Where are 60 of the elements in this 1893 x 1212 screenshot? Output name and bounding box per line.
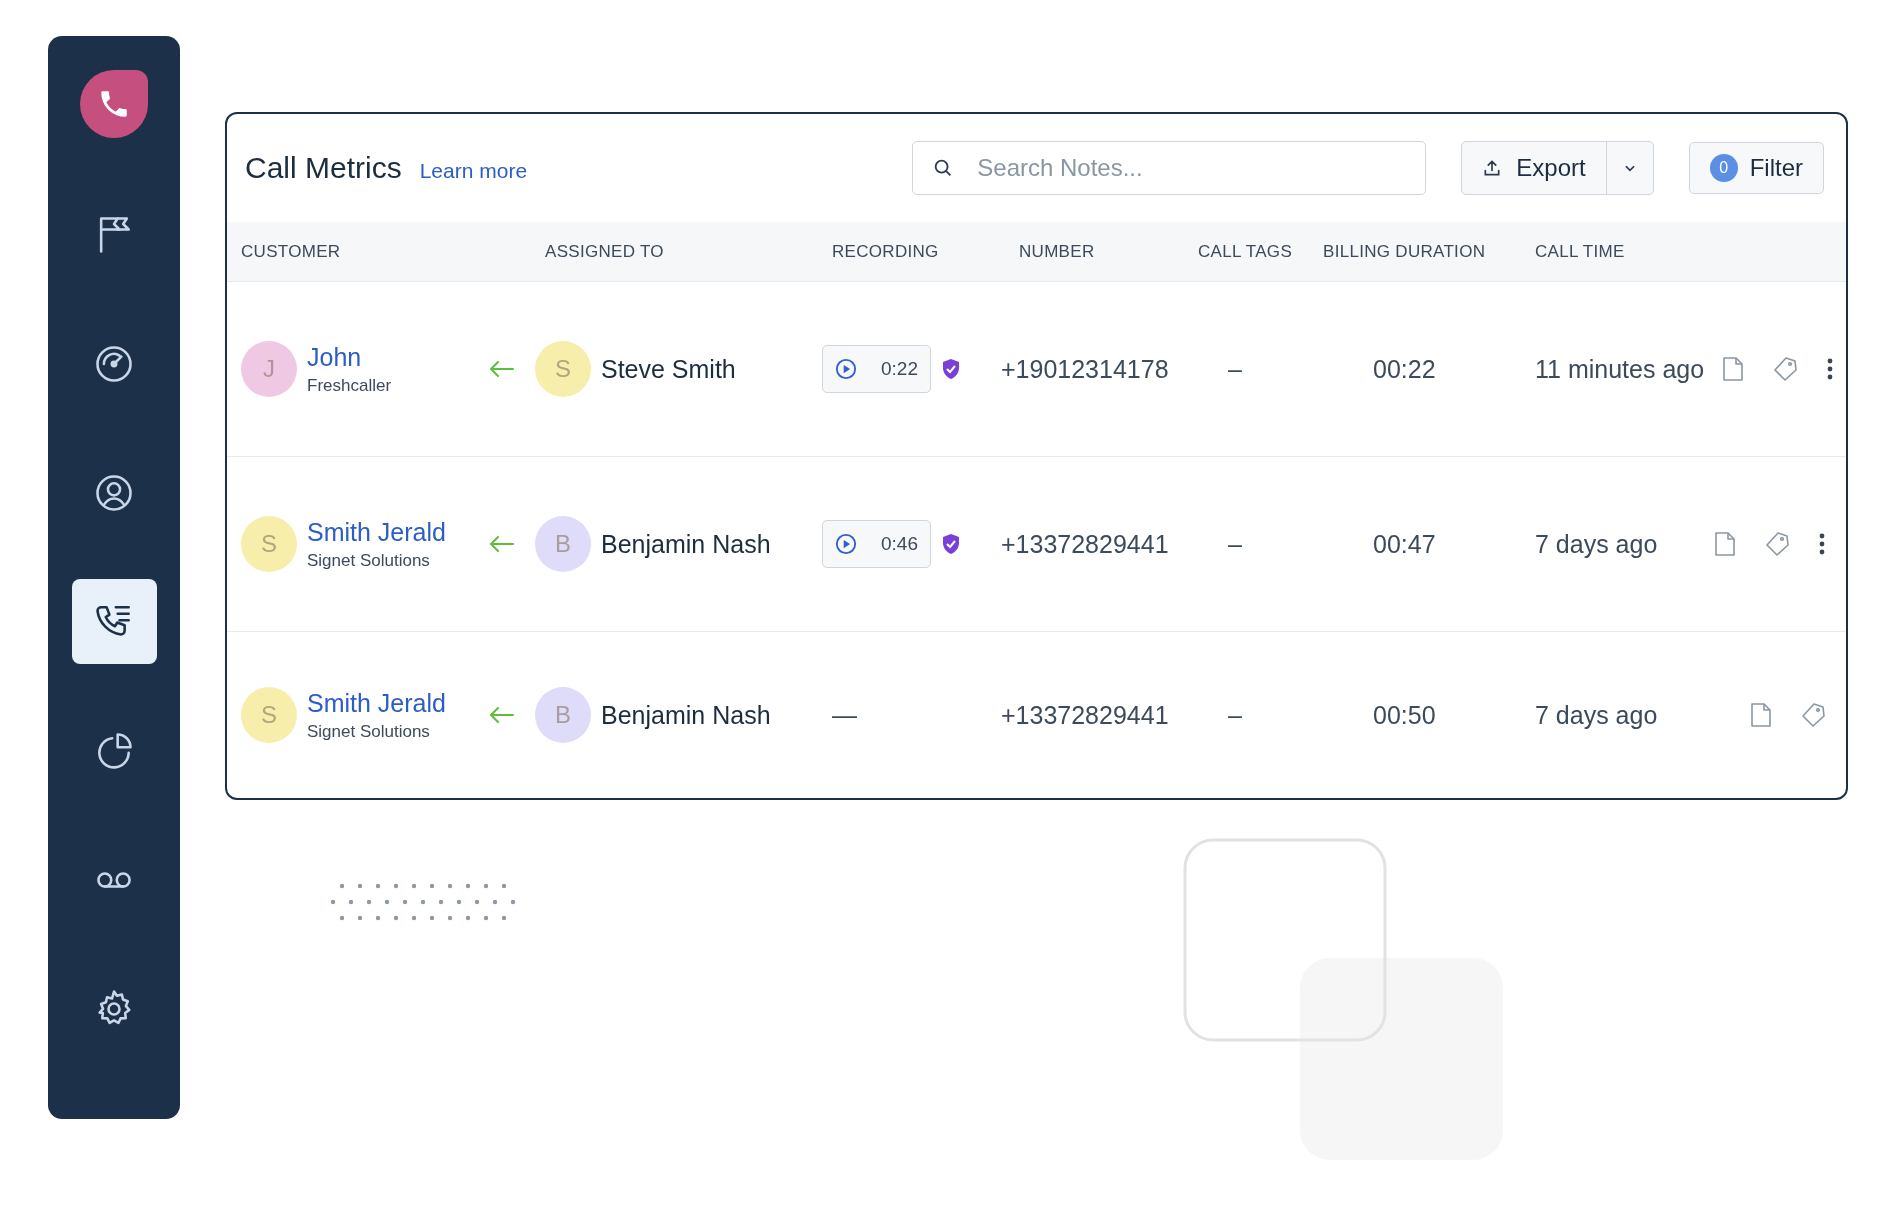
- call-time: 7 days ago: [1535, 700, 1658, 730]
- call-tags: –: [1228, 700, 1242, 730]
- phone-number: +13372829441: [1001, 700, 1169, 730]
- agent-name: Benjamin Nash: [601, 700, 771, 730]
- recording-player[interactable]: 0:22: [822, 345, 931, 393]
- billing-duration: 00:47: [1373, 529, 1436, 559]
- more-menu-icon[interactable]: [1826, 357, 1835, 381]
- customer-avatar: S: [241, 687, 297, 743]
- column-header: CALL TAGS: [1198, 241, 1294, 262]
- recording-player[interactable]: 0:46: [822, 520, 931, 568]
- note-icon[interactable]: [1750, 702, 1772, 728]
- agent-avatar: B: [535, 516, 591, 572]
- customer-avatar: S: [241, 516, 297, 572]
- column-header: CUSTOMER: [241, 241, 342, 262]
- billing-duration: 00:50: [1373, 700, 1436, 730]
- call-time: 11 minutes ago: [1535, 354, 1705, 384]
- agent-avatar: B: [535, 687, 591, 743]
- upload-icon: [1482, 158, 1503, 178]
- incoming-arrow-icon: [489, 535, 515, 553]
- note-icon[interactable]: [1722, 356, 1745, 382]
- customer-name-link[interactable]: Smith Jerald: [307, 688, 446, 718]
- call-tags: –: [1228, 529, 1242, 559]
- filter-count: 0: [1709, 154, 1738, 182]
- tag-icon[interactable]: [1800, 702, 1826, 728]
- call-time: 7 days ago: [1535, 529, 1658, 559]
- column-header: NUMBER: [1019, 241, 1096, 262]
- column-header: CALL TIME: [1535, 241, 1626, 262]
- customer-company: Signet Solutions: [307, 550, 431, 571]
- tag-icon[interactable]: [1764, 531, 1790, 557]
- more-menu-icon[interactable]: [1818, 532, 1826, 556]
- agent-name: Steve Smith: [601, 354, 736, 384]
- customer-avatar: J: [241, 341, 297, 397]
- shield-check-icon: [941, 533, 961, 555]
- agent-name: Benjamin Nash: [601, 529, 771, 559]
- tag-icon[interactable]: [1772, 356, 1799, 382]
- incoming-arrow-icon: [489, 360, 515, 378]
- note-icon[interactable]: [1714, 531, 1736, 557]
- phone-number: +19012314178: [1001, 354, 1169, 384]
- export-button[interactable]: Export: [1462, 142, 1607, 194]
- column-header: BILLING DURATION: [1323, 241, 1487, 262]
- calls-icon[interactable]: [71, 579, 157, 664]
- customer-company: Signet Solutions: [307, 721, 431, 742]
- play-icon: [835, 358, 857, 380]
- customer-name-link[interactable]: Smith Jerald: [307, 517, 446, 547]
- no-recording: —: [832, 700, 857, 730]
- customer-company: Freshcaller: [307, 375, 393, 396]
- call-tags: –: [1228, 354, 1242, 384]
- phone-number: +13372829441: [1001, 529, 1169, 559]
- panel-title: Call Metrics: [245, 151, 402, 185]
- play-icon: [835, 533, 857, 555]
- column-header: RECORDING: [832, 241, 940, 262]
- billing-duration: 00:22: [1373, 354, 1436, 384]
- learn-more-link[interactable]: Learn more: [419, 159, 528, 183]
- search-field[interactable]: Search Notes...: [912, 141, 1427, 195]
- incoming-arrow-icon: [489, 706, 515, 724]
- agent-avatar: S: [535, 341, 591, 397]
- column-header: ASSIGNED TO: [545, 241, 665, 262]
- customer-name-link[interactable]: John: [307, 342, 362, 372]
- filter-button[interactable]: 0 Filter: [1688, 142, 1824, 194]
- shield-check-icon: [941, 358, 961, 380]
